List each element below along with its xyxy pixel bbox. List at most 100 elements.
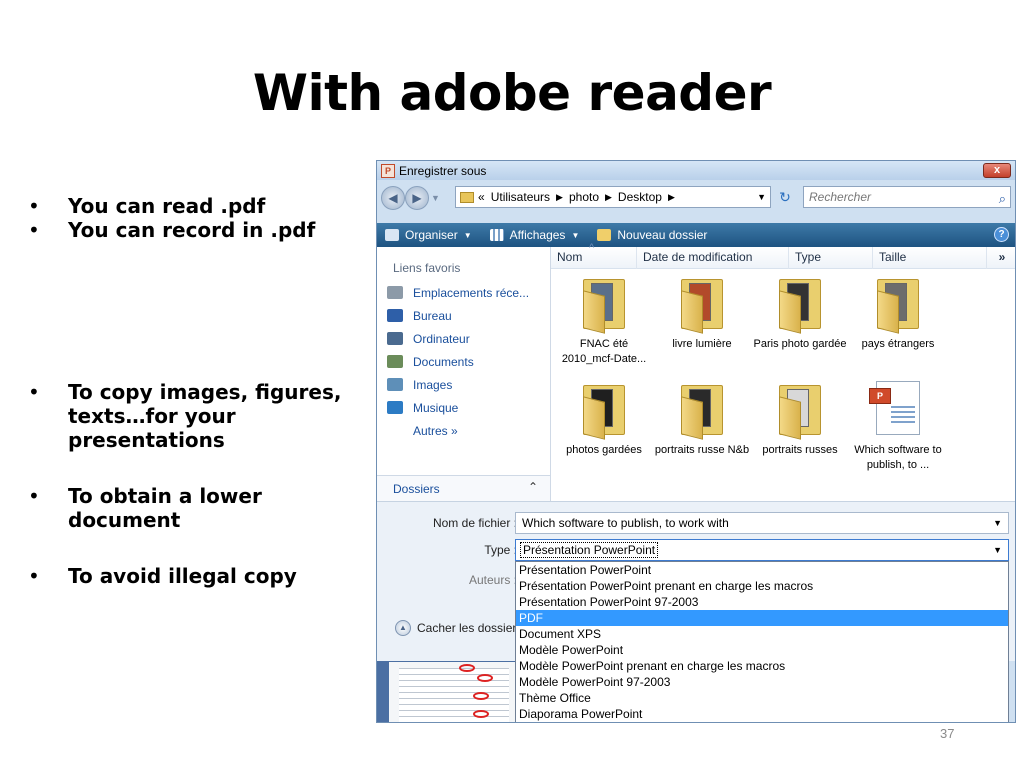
slide-number: 37 xyxy=(940,726,955,741)
back-button[interactable]: ◀ xyxy=(381,186,405,210)
type-option[interactable]: Présentation PowerPoint prenant en charg… xyxy=(516,578,1008,594)
type-option[interactable]: Thème Office xyxy=(516,690,1008,706)
column-type[interactable]: Type xyxy=(789,247,873,269)
file-item[interactable]: P Which software to publish, to ... xyxy=(849,381,947,477)
favorite-label: Ordinateur xyxy=(413,331,470,346)
breadcrumb-desktop[interactable]: Desktop xyxy=(618,190,662,204)
type-option[interactable]: Diaporama PowerPoint xyxy=(516,706,1008,722)
chevron-right-icon[interactable]: ▶ xyxy=(605,192,612,203)
type-option[interactable]: Modèle PowerPoint xyxy=(516,642,1008,658)
type-option[interactable]: Présentation PowerPoint 97-2003 xyxy=(516,594,1008,610)
views-button[interactable]: Affichages ▼ xyxy=(489,228,580,242)
new-folder-label: Nouveau dossier xyxy=(617,228,708,242)
column-date-modified[interactable]: Date de modification xyxy=(637,247,789,269)
desktop-icon xyxy=(387,309,403,322)
favorite-label: Images xyxy=(413,377,453,392)
file-name: portraits russes xyxy=(762,444,838,456)
bullet-item: You can record in .pdf xyxy=(28,218,363,242)
bullet-item: To obtain a lower document xyxy=(28,484,363,532)
search-input[interactable]: Rechercher ⌕ xyxy=(803,186,1011,208)
file-name: pays étrangers xyxy=(861,338,935,350)
type-option[interactable]: Modèle PowerPoint 97-2003 xyxy=(516,674,1008,690)
folder-icon xyxy=(581,275,627,334)
more-favorites-link[interactable]: Autres » xyxy=(377,419,550,442)
type-label: Type : xyxy=(484,543,517,557)
breadcrumb-overflow[interactable]: « xyxy=(478,190,485,204)
type-option[interactable]: Modèle PowerPoint prenant en charge les … xyxy=(516,658,1008,674)
chevron-down-icon[interactable]: ▼ xyxy=(993,513,1002,533)
folder-icon xyxy=(777,275,823,334)
powerpoint-app-icon: P xyxy=(381,163,395,178)
chevron-down-icon: ▼ xyxy=(463,230,472,240)
favorite-label: Musique xyxy=(413,400,459,415)
chevron-right-icon[interactable]: ▶ xyxy=(668,192,675,203)
refresh-icon[interactable]: ↻ xyxy=(775,189,795,207)
bullet-list: You can read .pdf You can record in .pdf… xyxy=(28,194,363,588)
file-grid: FNAC été 2010_mcf-Date... livre lumière … xyxy=(555,275,955,477)
documents-icon xyxy=(387,355,403,368)
favorites-heading: Liens favoris xyxy=(393,261,461,275)
more-columns-button[interactable]: » xyxy=(987,247,1015,269)
folder-item[interactable]: photos gardées xyxy=(555,381,653,477)
computer-icon xyxy=(387,332,403,345)
search-icon[interactable]: ⌕ xyxy=(999,189,1006,209)
close-button[interactable]: x xyxy=(983,163,1011,178)
favorite-bureau[interactable]: Bureau xyxy=(377,304,550,327)
hide-folders-button[interactable]: ▲ Cacher les dossier xyxy=(395,620,516,636)
folder-icon xyxy=(777,381,823,440)
organize-label: Organiser xyxy=(405,228,458,242)
chevron-down-icon[interactable]: ▼ xyxy=(993,540,1002,560)
folder-item[interactable]: FNAC été 2010_mcf-Date... xyxy=(555,275,653,371)
address-row: ◀ ▶ ▼ « Utilisateurs ▶ photo ▶ Desktop ▶… xyxy=(377,183,1015,213)
organize-button[interactable]: Organiser ▼ xyxy=(385,228,472,242)
history-dropdown-icon[interactable]: ▼ xyxy=(431,193,443,203)
organize-icon xyxy=(385,229,399,241)
new-folder-button[interactable]: Nouveau dossier xyxy=(597,228,707,242)
folder-item[interactable]: pays étrangers xyxy=(849,275,947,371)
column-headers: Nom Date de modification Type Taille » xyxy=(551,238,1015,269)
folder-icon xyxy=(679,381,725,440)
chevron-down-icon: ▼ xyxy=(571,230,580,240)
help-icon[interactable]: ? xyxy=(994,227,1009,242)
powerpoint-file-icon: P xyxy=(869,381,920,435)
type-dropdown-list: Présentation PowerPoint Présentation Pow… xyxy=(515,561,1009,722)
type-select[interactable]: Présentation PowerPoint ▼ xyxy=(515,539,1009,561)
chevron-down-icon[interactable]: ▼ xyxy=(757,192,766,202)
background-document-thumbnail xyxy=(377,661,515,722)
type-option[interactable]: Document XPS xyxy=(516,626,1008,642)
type-option[interactable]: Présentation PowerPoint xyxy=(516,562,1008,578)
file-name: portraits russe N&b xyxy=(654,444,750,456)
folder-item[interactable]: portraits russe N&b xyxy=(653,381,751,477)
favorite-images[interactable]: Images xyxy=(377,373,550,396)
views-label: Affichages xyxy=(509,228,566,242)
type-option-highlighted[interactable]: PDF xyxy=(516,610,1008,626)
search-placeholder: Rechercher xyxy=(809,190,872,204)
forward-button[interactable]: ▶ xyxy=(405,186,429,210)
file-name: FNAC été 2010_mcf-Date... xyxy=(561,338,647,365)
breadcrumb-utilisateurs[interactable]: Utilisateurs xyxy=(491,190,550,204)
authors-label: Auteurs : xyxy=(468,573,517,587)
favorite-musique[interactable]: Musique xyxy=(377,396,550,419)
filename-value: Which software to publish, to work with xyxy=(522,516,729,530)
dialog-titlebar[interactable]: P Enregistrer sous x xyxy=(377,161,1015,180)
chevron-right-icon[interactable]: ▶ xyxy=(556,192,563,203)
breadcrumb-photo[interactable]: photo xyxy=(569,190,599,204)
column-name[interactable]: Nom xyxy=(551,238,637,269)
filename-field[interactable]: Which software to publish, to work with … xyxy=(515,512,1009,534)
folder-item[interactable]: portraits russes xyxy=(751,381,849,477)
address-bar[interactable]: « Utilisateurs ▶ photo ▶ Desktop ▶ ▼ xyxy=(455,186,771,208)
folders-label: Dossiers xyxy=(393,482,440,496)
folders-toggle[interactable]: Dossiers ⌃ xyxy=(377,475,550,501)
file-name: photos gardées xyxy=(566,444,642,456)
folder-item[interactable]: livre lumière xyxy=(653,275,751,371)
favorite-recent-places[interactable]: Emplacements réce... xyxy=(377,281,550,304)
column-size[interactable]: Taille xyxy=(873,247,987,269)
favorite-documents[interactable]: Documents xyxy=(377,350,550,373)
folder-item[interactable]: Paris photo gardée xyxy=(751,275,849,371)
favorite-ordinateur[interactable]: Ordinateur xyxy=(377,327,550,350)
filename-label: Nom de fichier : xyxy=(432,516,517,530)
favorite-label: Documents xyxy=(413,354,474,369)
recent-places-icon xyxy=(387,286,403,299)
favorite-label: Bureau xyxy=(413,308,452,323)
hide-folders-label: Cacher les dossier xyxy=(417,621,517,635)
